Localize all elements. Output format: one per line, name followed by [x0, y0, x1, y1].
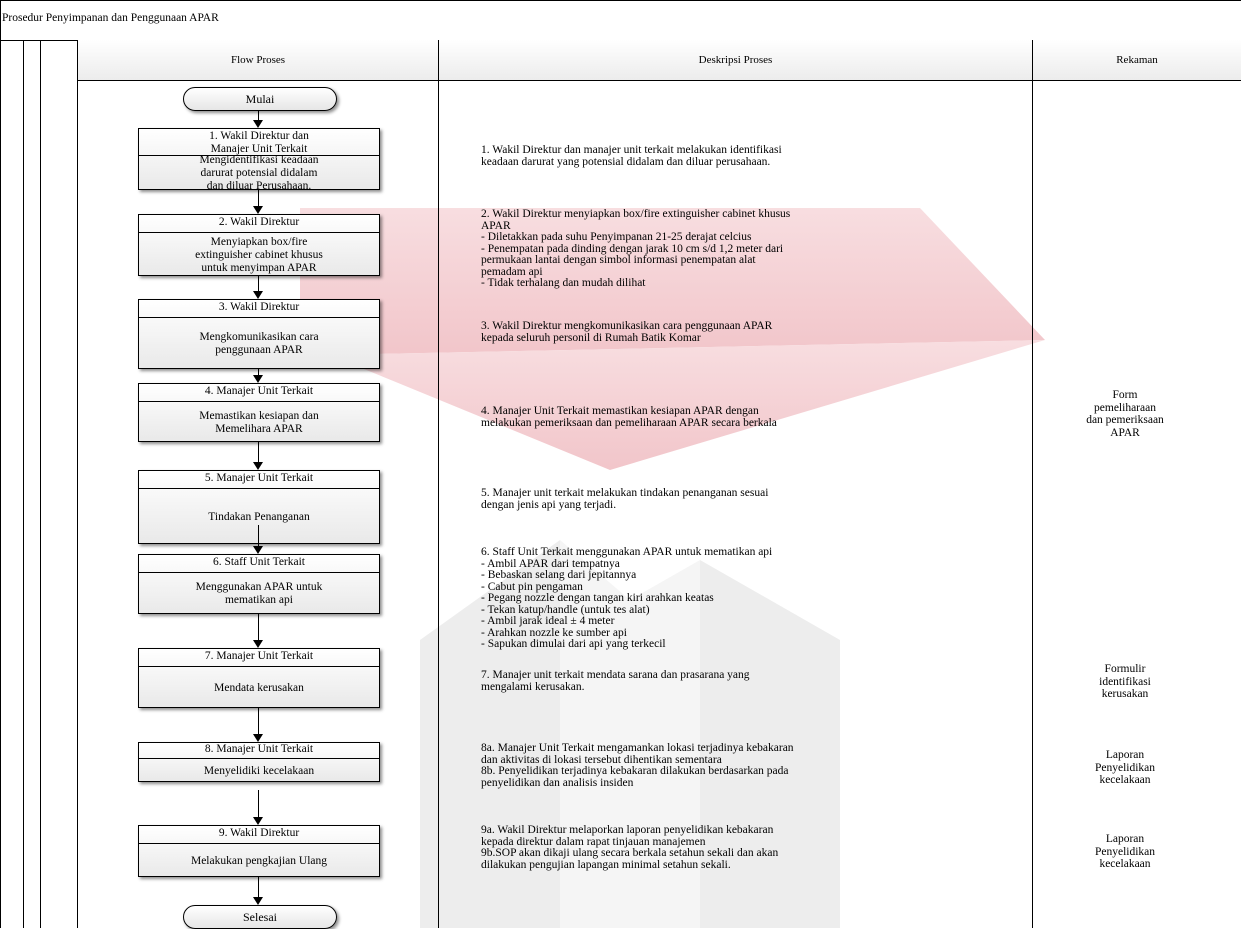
step-9: 9. Wakil Direktur Melakukan pengkajian U…	[138, 825, 380, 877]
lane-line-2	[40, 40, 41, 928]
frame-left	[0, 0, 1, 928]
description-3: 3. Wakil Direktur mengkomunikasikan cara…	[481, 320, 773, 344]
step-4-action: Memastikan kesiapan dan Memelihara APAR	[199, 409, 319, 435]
step-8-actor: 8. Manajer Unit Terkait	[139, 743, 379, 759]
header-flow: Flow Proses	[78, 40, 438, 80]
description-1: 1. Wakil Direktur dan manajer unit terka…	[481, 144, 782, 168]
record-damage-identification-form: Formulir identifikasi kerusakan	[1099, 663, 1151, 700]
step-7: 7. Manajer Unit Terkait Mendata kerusaka…	[138, 648, 380, 708]
description-2: 2. Wakil Direktur menyiapkan box/fire ex…	[481, 208, 791, 289]
column-line-record-left	[1032, 40, 1033, 928]
end-terminator: Selesai	[183, 905, 337, 929]
step-8: 8. Manajer Unit Terkait Menyelidiki kece…	[138, 742, 380, 782]
step-5: 5. Manajer Unit Terkait Tindakan Penanga…	[138, 470, 380, 544]
header-record: Rekaman	[1033, 40, 1241, 80]
description-9: 9a. Wakil Direktur melaporkan laporan pe…	[481, 824, 779, 871]
step-5-actor: 5. Manajer Unit Terkait	[139, 471, 379, 489]
step-1: 1. Wakil Direktur dan Manajer Unit Terka…	[138, 128, 380, 192]
description-8: 8a. Manajer Unit Terkait mengamankan lok…	[481, 742, 794, 789]
step-1-actor: 1. Wakil Direktur dan Manajer Unit Terka…	[139, 129, 379, 156]
step-6: 6. Staff Unit Terkait Menggunakan APAR u…	[138, 554, 380, 614]
step-7-actor: 7. Manajer Unit Terkait	[139, 649, 379, 667]
step-4: 4. Manajer Unit Terkait Memastikan kesia…	[138, 383, 380, 442]
description-5: 5. Manajer unit terkait melakukan tindak…	[481, 487, 769, 511]
step-8-action: Menyelidiki kecelakaan	[203, 764, 315, 777]
lane-line-1	[23, 40, 24, 928]
record-accident-report-2: Laporan Penyelidikan kecelakaan	[1094, 833, 1156, 870]
page-title: Prosedur Penyimpanan dan Penggunaan APAR	[2, 12, 219, 24]
header-bottom-rule	[77, 80, 1241, 81]
step-2: 2. Wakil Direktur Menyiapkan box/fire ex…	[138, 214, 380, 276]
record-accident-report-1: Laporan Penyelidikan kecelakaan	[1094, 749, 1156, 786]
header-description: Deskripsi Proses	[439, 40, 1032, 80]
step-3-action: Mengkomunikasikan cara penggunaan APAR	[199, 331, 319, 356]
description-4: 4. Manajer Unit Terkait memastikan kesia…	[481, 405, 777, 429]
start-terminator: Mulai	[183, 87, 337, 111]
frame-top	[0, 0, 1241, 1]
step-5-action: Tindakan Penanganan	[208, 510, 310, 523]
column-line-desc-left	[438, 40, 439, 928]
column-line-flow-left	[77, 40, 78, 928]
step-6-action: Menggunakan APAR untuk mematikan api	[195, 581, 323, 606]
step-6-actor: 6. Staff Unit Terkait	[139, 555, 379, 573]
step-2-action: Menyiapkan box/fire extinguisher cabinet…	[195, 235, 323, 274]
step-4-actor: 4. Manajer Unit Terkait	[139, 384, 379, 402]
step-9-actor: 9. Wakil Direktur	[139, 826, 379, 844]
step-9-action: Melakukan pengkajian Ulang	[190, 854, 328, 867]
step-3: 3. Wakil Direktur Mengkomunikasikan cara…	[138, 299, 380, 369]
step-2-actor: 2. Wakil Direktur	[139, 215, 379, 233]
description-6: 6. Staff Unit Terkait menggunakan APAR u…	[481, 546, 773, 650]
step-7-action: Mendata kerusakan	[214, 681, 304, 694]
step-1-action: Mengidentifikasi keadaan darurat potensi…	[199, 154, 319, 192]
description-7: 7. Manajer unit terkait mendata sarana d…	[481, 669, 750, 693]
record-apar-maintenance-form: Form pemeliharaan dan pemeriksaan APAR	[1086, 389, 1164, 439]
step-3-actor: 3. Wakil Direktur	[139, 300, 379, 318]
